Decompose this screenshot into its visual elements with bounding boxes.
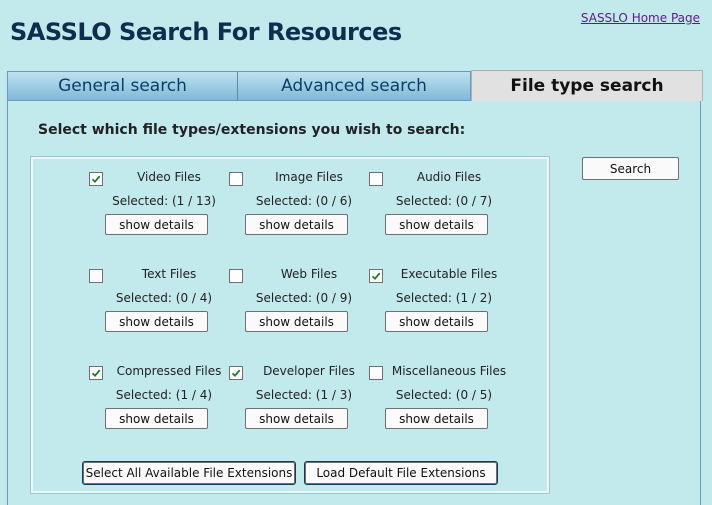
file-type-developer: Developer Files Selected: (1 / 3) show d…: [229, 364, 379, 446]
selected-count: Selected: (1 / 4): [115, 388, 213, 402]
compressed-files-checkbox[interactable]: [89, 366, 103, 380]
show-details-button[interactable]: show details: [385, 408, 488, 429]
file-type-video: Video Files Selected: (1 / 13) show deta…: [89, 170, 239, 252]
tab-general-search[interactable]: General search: [7, 71, 238, 101]
show-details-button[interactable]: show details: [245, 408, 348, 429]
select-all-extensions-button[interactable]: Select All Available File Extensions: [82, 461, 296, 485]
file-type-label: Miscellaneous Files: [391, 364, 507, 378]
text-files-checkbox[interactable]: [89, 269, 103, 283]
miscellaneous-files-checkbox[interactable]: [369, 366, 383, 380]
file-type-miscellaneous: Miscellaneous Files Selected: (0 / 5) sh…: [369, 364, 519, 446]
tab-advanced-search[interactable]: Advanced search: [238, 71, 471, 101]
search-button[interactable]: Search: [582, 157, 679, 180]
file-type-label: Audio Files: [416, 170, 482, 184]
developer-files-checkbox[interactable]: [229, 366, 243, 380]
checkmark-icon: [91, 175, 101, 184]
file-type-compressed: Compressed Files Selected: (1 / 4) show …: [89, 364, 239, 446]
file-type-web: Web Files Selected: (0 / 9) show details: [229, 267, 379, 349]
show-details-button[interactable]: show details: [105, 214, 208, 235]
file-type-image: Image Files Selected: (0 / 6) show detai…: [229, 170, 379, 252]
checkmark-icon: [371, 272, 381, 281]
file-type-label: Image Files: [275, 170, 343, 184]
selected-count: Selected: (0 / 9): [255, 291, 353, 305]
selected-count: Selected: (1 / 2): [395, 291, 493, 305]
image-files-checkbox[interactable]: [229, 172, 243, 186]
selected-count: Selected: (1 / 13): [112, 194, 216, 208]
file-type-audio: Audio Files Selected: (0 / 7) show detai…: [369, 170, 519, 252]
file-type-label: Developer Files: [263, 364, 355, 378]
selected-count: Selected: (1 / 3): [255, 388, 353, 402]
tab-file-type-search[interactable]: File type search: [471, 70, 703, 101]
file-type-executable: Executable Files Selected: (1 / 2) show …: [369, 267, 519, 349]
file-type-label: Video Files: [137, 170, 201, 184]
load-default-extensions-button[interactable]: Load Default File Extensions: [304, 461, 498, 485]
checkmark-icon: [91, 369, 101, 378]
show-details-button[interactable]: show details: [105, 408, 208, 429]
page-title: SASSLO Search For Resources: [10, 18, 402, 46]
tab-bar: General search Advanced search File type…: [7, 70, 703, 101]
checkmark-icon: [231, 369, 241, 378]
selected-count: Selected: (0 / 7): [395, 194, 493, 208]
file-type-text: Text Files Selected: (0 / 4) show detail…: [89, 267, 239, 349]
web-files-checkbox[interactable]: [229, 269, 243, 283]
video-files-checkbox[interactable]: [89, 172, 103, 186]
show-details-button[interactable]: show details: [105, 311, 208, 332]
file-type-label: Web Files: [280, 267, 338, 281]
selected-count: Selected: (0 / 4): [115, 291, 213, 305]
selected-count: Selected: (0 / 5): [395, 388, 493, 402]
show-details-button[interactable]: show details: [245, 214, 348, 235]
executable-files-checkbox[interactable]: [369, 269, 383, 283]
selected-count: Selected: (0 / 6): [255, 194, 353, 208]
file-type-label: Compressed Files: [116, 364, 222, 378]
audio-files-checkbox[interactable]: [369, 172, 383, 186]
show-details-button[interactable]: show details: [385, 214, 488, 235]
instructions-text: Select which file types/extensions you w…: [38, 122, 466, 138]
file-type-label: Executable Files: [400, 267, 498, 281]
home-page-link[interactable]: SASSLO Home Page: [581, 11, 700, 25]
file-type-label: Text Files: [141, 267, 197, 281]
show-details-button[interactable]: show details: [245, 311, 348, 332]
show-details-button[interactable]: show details: [385, 311, 488, 332]
